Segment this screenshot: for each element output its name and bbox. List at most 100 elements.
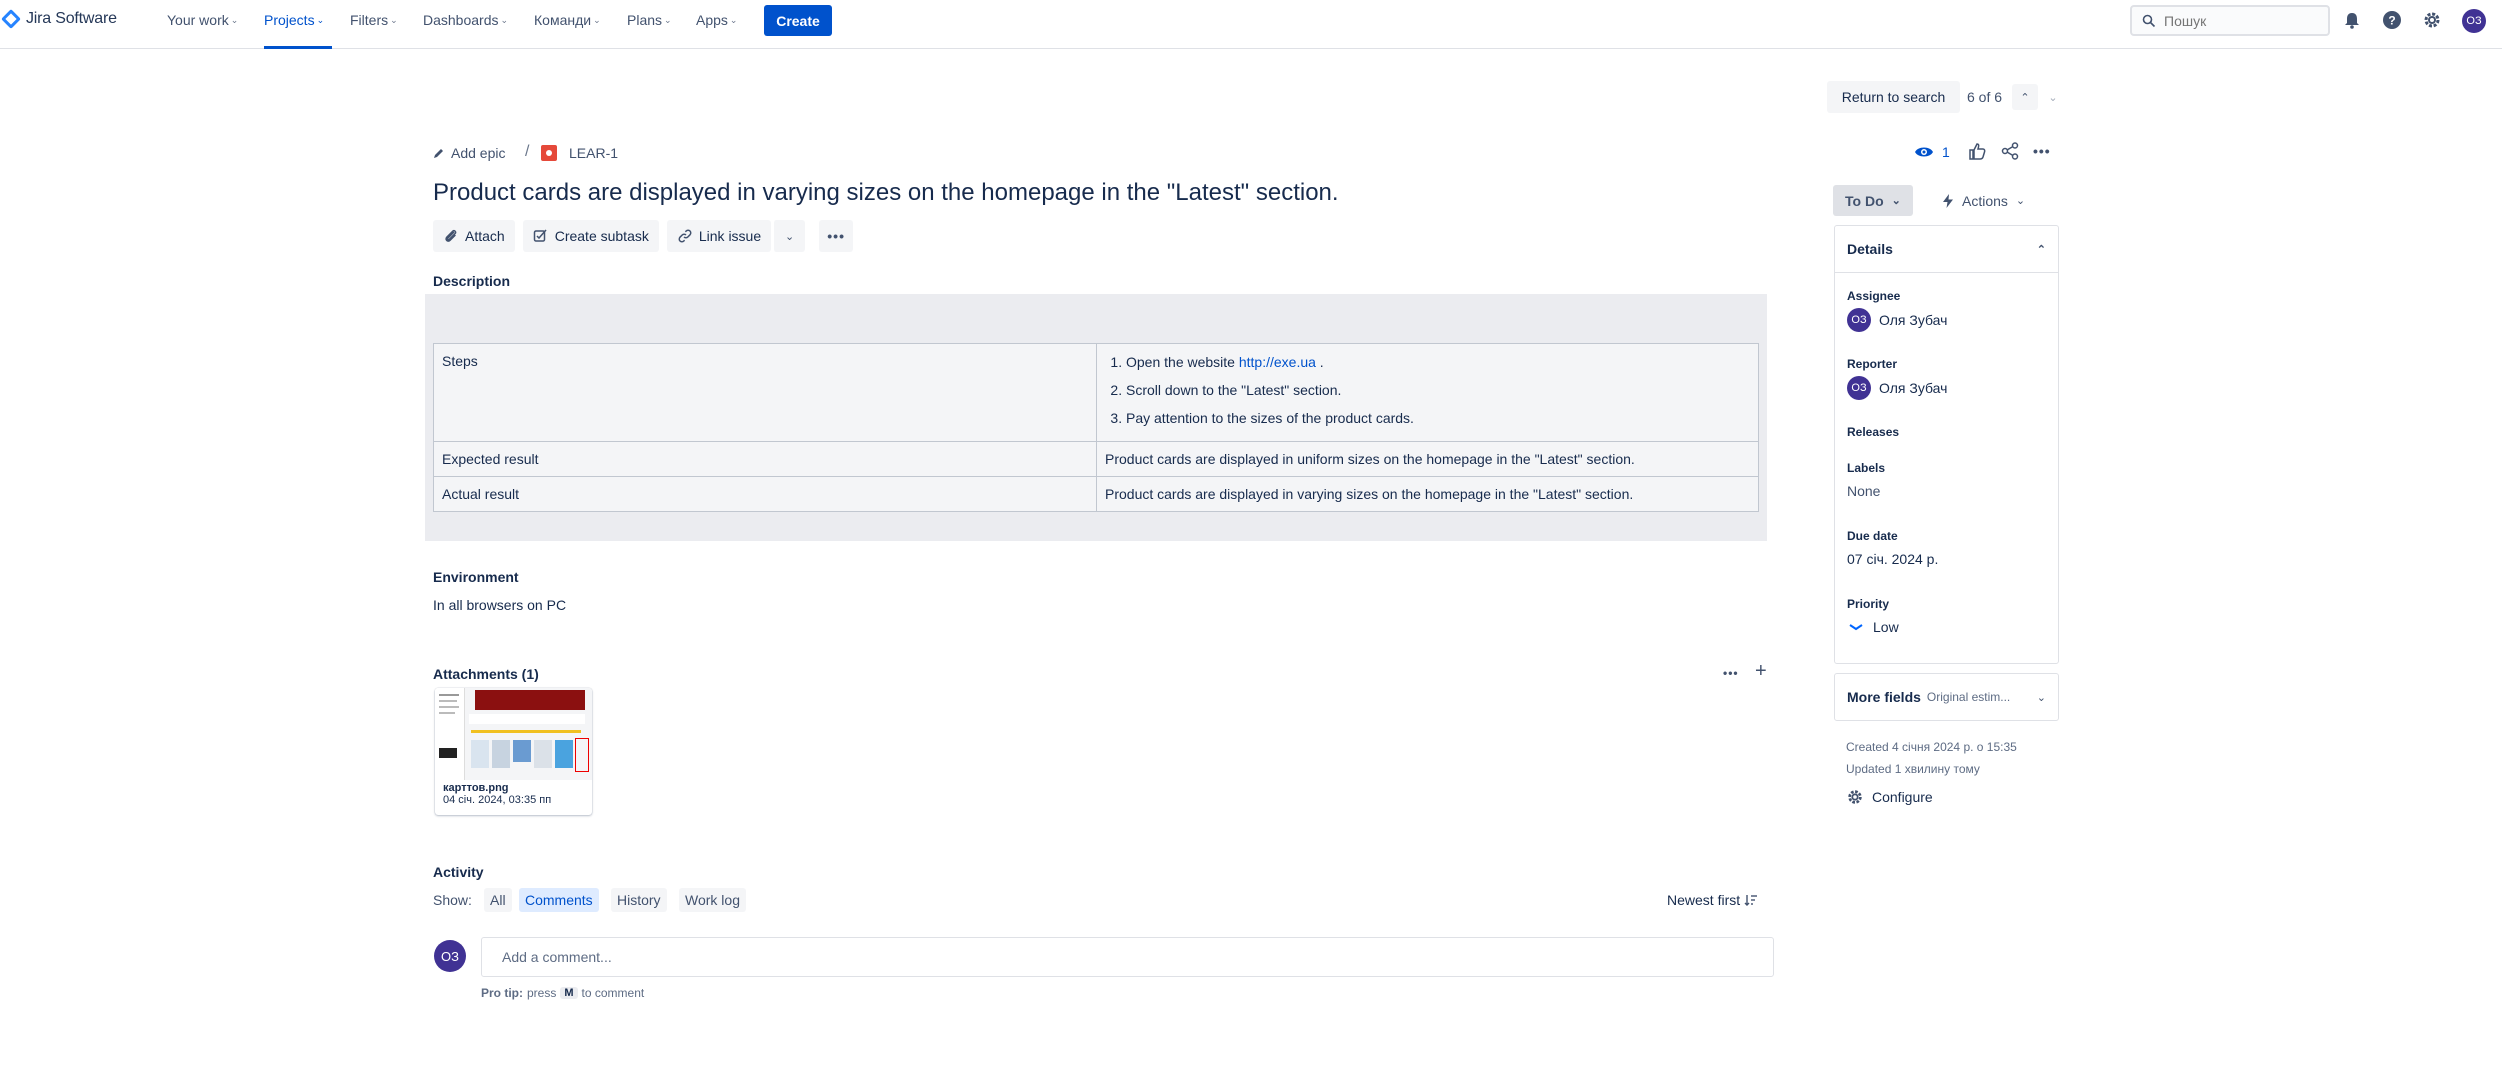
share-icon[interactable]: [2001, 142, 2019, 163]
gear-icon: [1848, 790, 1862, 804]
jira-logo-icon: [1, 9, 21, 29]
eye-icon: [1915, 147, 1933, 157]
search-box[interactable]: [2130, 5, 2330, 36]
watchers-button[interactable]: 1: [1914, 144, 1950, 160]
website-link[interactable]: http://exe.ua: [1239, 354, 1316, 370]
subtask-icon: [533, 229, 547, 242]
details-panel: Details ⌃ Assignee ОЗ Оля Зубач Reporter…: [1834, 225, 2059, 664]
environment-label: Environment: [433, 569, 519, 585]
created-date: Created 4 січня 2024 р. о 15:35: [1846, 740, 2017, 754]
settings-icon[interactable]: [2420, 8, 2444, 32]
due-date-field[interactable]: 07 січ. 2024 р.: [1847, 551, 1938, 567]
chevron-down-icon: ⌄: [2036, 691, 2046, 704]
configure-button[interactable]: Configure: [1846, 788, 1933, 806]
user-avatar[interactable]: ОЗ: [2462, 9, 2486, 33]
description-label: Description: [433, 273, 511, 289]
link-issue-dropdown[interactable]: ⌄: [773, 220, 806, 252]
attach-button[interactable]: Attach: [433, 220, 515, 252]
steps-list: Open the website http://exe.ua . Scroll …: [1126, 348, 1750, 432]
more-actions-button[interactable]: •••: [819, 220, 854, 252]
filter-work-log[interactable]: Work log: [679, 888, 746, 912]
chevron-down-icon: ⌄: [500, 14, 509, 25]
help-icon[interactable]: ?: [2380, 8, 2404, 32]
chevron-down-icon: ⌄: [729, 14, 738, 25]
logo-text: Jira Software: [26, 10, 117, 27]
nav-filters[interactable]: Filters ⌄: [350, 12, 398, 28]
top-navigation: Jira Software Your work ⌄ Projects ⌄ Filte…: [0, 0, 2502, 49]
environment-value[interactable]: In all browsers on PC: [433, 597, 566, 613]
notifications-icon[interactable]: [2340, 8, 2364, 32]
pencil-icon: [434, 149, 443, 158]
reporter-label: Reporter: [1847, 357, 1898, 371]
attachment-card[interactable]: карттов.png 04 січ. 2024, 03:35 пп: [435, 688, 592, 815]
assignee-field[interactable]: ОЗ Оля Зубач: [1847, 308, 1947, 332]
chevron-down-icon: ⌄: [2048, 91, 2058, 104]
table-row: Steps Open the website http://exe.ua . S…: [433, 343, 1759, 442]
more-fields-section[interactable]: More fields Original estim... ⌄: [1834, 673, 2059, 721]
assignee-label: Assignee: [1847, 289, 1901, 303]
link-icon: [678, 229, 692, 243]
releases-label: Releases: [1847, 425, 1900, 439]
chevron-down-icon: ⌄: [1891, 195, 1901, 207]
lightning-icon: [1943, 193, 1953, 208]
more-icon: •••: [827, 228, 845, 244]
keyboard-key: M: [560, 987, 578, 999]
create-subtask-button[interactable]: Create subtask: [522, 220, 659, 252]
add-epic-link[interactable]: Add epic: [433, 145, 505, 161]
nav-teams[interactable]: Команди ⌄: [534, 12, 601, 28]
issue-counter: 6 of 6: [1967, 89, 2003, 105]
search-input[interactable]: [2164, 12, 2314, 29]
steps-cell: Open the website http://exe.ua . Scroll …: [1096, 343, 1759, 442]
chevron-down-icon: ⌄: [593, 14, 601, 25]
comment-input[interactable]: Add a comment...: [481, 937, 1774, 977]
due-date-label: Due date: [1847, 529, 1898, 543]
commenter-avatar: ОЗ: [434, 940, 466, 972]
status-button[interactable]: To Do ⌄: [1833, 185, 1913, 216]
issue-title[interactable]: Product cards are displayed in varying s…: [433, 179, 1339, 207]
nav-apps[interactable]: Apps ⌄: [696, 12, 737, 28]
details-header[interactable]: Details ⌃: [1835, 226, 2058, 273]
steps-label: Steps: [433, 343, 1097, 442]
priority-label: Priority: [1847, 597, 1890, 611]
next-issue-button[interactable]: ⌄: [2040, 84, 2066, 110]
issue-key-link[interactable]: LEAR-1: [541, 145, 618, 161]
list-item: Scroll down to the "Latest" section.: [1126, 376, 1750, 404]
nav-projects[interactable]: Projects ⌄: [264, 12, 324, 28]
attachment-thumbnail: [435, 688, 592, 780]
reporter-field[interactable]: ОЗ Оля Зубач: [1847, 376, 1947, 400]
sort-order-button[interactable]: Newest first: [1667, 892, 1758, 908]
chevron-up-icon: ⌃: [2020, 91, 2030, 104]
table-row: Expected result Product cards are displa…: [433, 441, 1759, 477]
chevron-down-icon: ⌄: [785, 230, 795, 243]
filter-comments[interactable]: Comments: [519, 888, 599, 912]
chevron-down-icon: ⌄: [316, 14, 325, 25]
nav-plans[interactable]: Plans ⌄: [627, 12, 672, 28]
expected-label: Expected result: [433, 441, 1097, 477]
nav-your-work[interactable]: Your work ⌄: [167, 12, 238, 28]
chevron-down-icon: ⌄: [390, 14, 398, 25]
create-button[interactable]: Create: [764, 5, 832, 36]
more-fields-hint: Original estim...: [1926, 690, 2011, 704]
jira-logo[interactable]: Jira Software: [1, 9, 117, 29]
filter-history[interactable]: History: [611, 888, 667, 912]
chevron-down-icon: ⌄: [230, 14, 239, 25]
previous-issue-button[interactable]: ⌃: [2012, 84, 2038, 110]
nav-dashboards[interactable]: Dashboards ⌄: [423, 12, 508, 28]
like-icon[interactable]: [1967, 141, 1987, 164]
expected-value: Product cards are displayed in uniform s…: [1096, 441, 1759, 477]
pro-tip: Pro tip: press M to comment: [481, 986, 645, 1000]
link-issue-button[interactable]: Link issue: [666, 220, 772, 252]
attachments-label: Attachments (1): [433, 666, 539, 682]
attachments-more-icon[interactable]: •••: [1723, 666, 1739, 680]
add-attachment-icon[interactable]: +: [1755, 660, 1767, 683]
labels-field[interactable]: None: [1847, 483, 1880, 499]
more-icon[interactable]: •••: [2033, 143, 2051, 159]
actual-label: Actual result: [433, 476, 1097, 512]
actions-button[interactable]: Actions ⌄: [1934, 185, 2033, 216]
priority-field[interactable]: Low: [1847, 619, 1899, 635]
avatar: ОЗ: [1847, 376, 1871, 400]
paperclip-icon: [445, 229, 457, 242]
bug-icon: [541, 145, 557, 161]
return-to-search-button[interactable]: Return to search: [1827, 81, 1960, 113]
filter-all[interactable]: All: [484, 888, 512, 912]
